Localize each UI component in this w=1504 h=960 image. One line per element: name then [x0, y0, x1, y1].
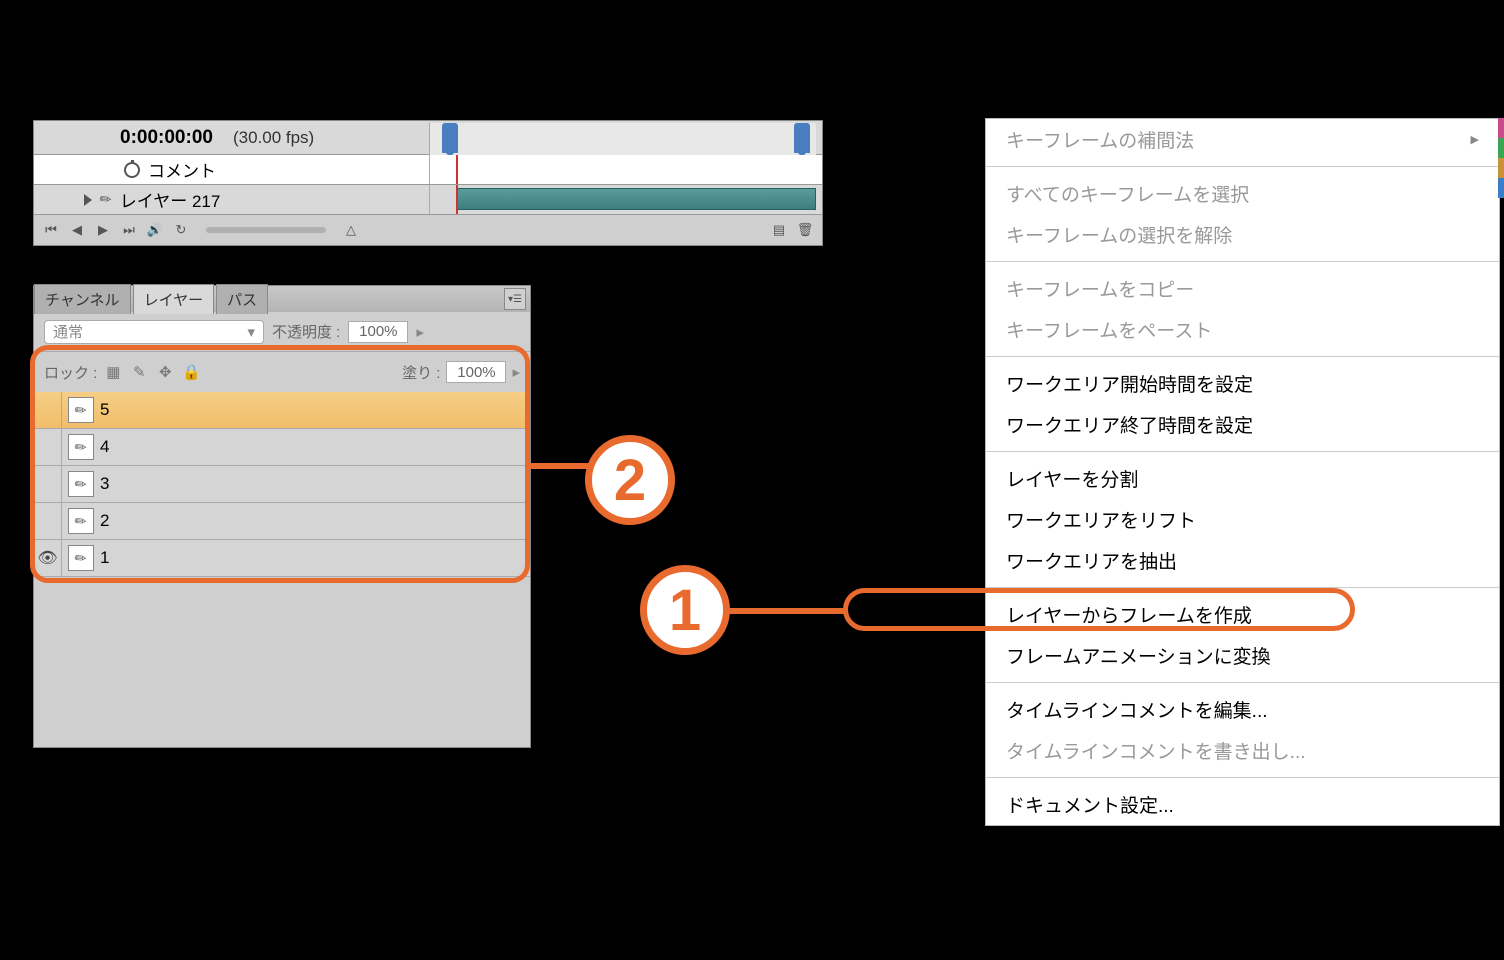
- visibility-toggle[interactable]: [34, 392, 62, 428]
- lock-row: ロック : ▦ ✎ ✥ 🔒 塗り : 100% ▸: [34, 352, 530, 392]
- lock-label: ロック :: [44, 362, 97, 383]
- play-button[interactable]: ▶: [94, 221, 112, 239]
- playhead-icon[interactable]: [456, 155, 458, 184]
- layer-label: レイヤー 217: [120, 187, 221, 212]
- in-marker-icon[interactable]: [442, 123, 458, 153]
- timeline-ruler[interactable]: [429, 123, 816, 155]
- menu-export-timeline-comment[interactable]: タイムラインコメントを書き出し...: [986, 730, 1499, 771]
- menu-separator: [986, 451, 1499, 452]
- badge-2: 2: [585, 435, 675, 525]
- layer-name[interactable]: 1: [100, 548, 109, 568]
- opacity-input[interactable]: 100%: [348, 321, 408, 343]
- timeline-controls: ⏮ ◀ ▶ ⏭ 🔊 ↻ △ ▤ 🗑: [34, 215, 822, 245]
- next-frame-button[interactable]: ⏭: [120, 221, 138, 239]
- menu-split-layer[interactable]: レイヤーを分割: [986, 458, 1499, 499]
- layer-thumbnail: ✎: [68, 397, 94, 423]
- expand-icon[interactable]: [84, 194, 92, 206]
- layer-thumbnail: ✎: [68, 508, 94, 534]
- eye-icon: 👁: [37, 548, 57, 568]
- fill-input[interactable]: 100%: [446, 361, 506, 383]
- loop-button[interactable]: ↻: [172, 221, 190, 239]
- fill-label: 塗り :: [402, 362, 440, 383]
- context-menu: キーフレームの補間法 すべてのキーフレームを選択 キーフレームの選択を解除 キー…: [985, 118, 1500, 826]
- menu-separator: [986, 261, 1499, 262]
- opacity-label: 不透明度 :: [272, 321, 340, 342]
- opacity-chevron-icon[interactable]: ▸: [416, 323, 424, 341]
- zoom-out-icon[interactable]: △: [342, 221, 360, 239]
- layer-thumbnail: ✎: [68, 434, 94, 460]
- menu-separator: [986, 166, 1499, 167]
- out-marker-icon[interactable]: [794, 123, 810, 153]
- fps-label: (30.00 fps): [233, 128, 314, 148]
- tab-paths[interactable]: パス: [216, 284, 268, 314]
- rewind-button[interactable]: ⏮: [42, 221, 60, 239]
- layer-item[interactable]: ✎ 4: [34, 429, 530, 466]
- menu-separator: [986, 356, 1499, 357]
- panel-tabs: チャンネル レイヤー パス ▾☰: [34, 286, 530, 312]
- menu-extract-workarea[interactable]: ワークエリアを抽出: [986, 540, 1499, 581]
- menu-edit-timeline-comment[interactable]: タイムラインコメントを編集...: [986, 689, 1499, 730]
- lock-move-icon[interactable]: ✥: [155, 362, 175, 382]
- timeline-comment-row[interactable]: コメント: [34, 155, 822, 185]
- menu-deselect-keyframes[interactable]: キーフレームの選択を解除: [986, 214, 1499, 255]
- brush-icon: ✎: [96, 189, 116, 210]
- callout-2-line: [530, 463, 590, 469]
- lock-all-icon[interactable]: 🔒: [181, 362, 201, 382]
- menu-copy-keyframes[interactable]: キーフレームをコピー: [986, 268, 1499, 309]
- layer-item[interactable]: ✎ 2: [34, 503, 530, 540]
- blend-mode-select[interactable]: 通常▾: [44, 320, 264, 344]
- menu-convert-to-frame-animation[interactable]: フレームアニメーションに変換: [986, 635, 1499, 676]
- layers-panel: チャンネル レイヤー パス ▾☰ 通常▾ 不透明度 : 100% ▸ ロック :…: [33, 285, 531, 748]
- timecode[interactable]: 0:00:00:00: [120, 127, 213, 149]
- visibility-toggle[interactable]: [34, 466, 62, 502]
- timeline-clip[interactable]: [456, 188, 816, 210]
- lock-brush-icon[interactable]: ✎: [129, 362, 149, 382]
- menu-select-all-keyframes[interactable]: すべてのキーフレームを選択: [986, 173, 1499, 214]
- layer-item[interactable]: ✎ 5: [34, 392, 530, 429]
- menu-document-settings[interactable]: ドキュメント設定...: [986, 784, 1499, 825]
- visibility-toggle[interactable]: [34, 429, 62, 465]
- visibility-toggle[interactable]: 👁: [34, 540, 62, 576]
- timeline-layer-row[interactable]: ✎レイヤー 217: [34, 185, 822, 215]
- audio-button[interactable]: 🔊: [146, 221, 164, 239]
- color-strip: [1498, 118, 1504, 198]
- visibility-toggle[interactable]: [34, 503, 62, 539]
- trash-icon[interactable]: 🗑: [796, 221, 814, 239]
- tab-channels[interactable]: チャンネル: [34, 284, 131, 314]
- menu-separator: [986, 777, 1499, 778]
- menu-make-frames-from-layers[interactable]: レイヤーからフレームを作成: [986, 594, 1499, 635]
- lock-pixels-icon[interactable]: ▦: [103, 362, 123, 382]
- layer-thumbnail: ✎: [68, 545, 94, 571]
- menu-lift-workarea[interactable]: ワークエリアをリフト: [986, 499, 1499, 540]
- layer-name[interactable]: 2: [100, 511, 109, 531]
- menu-paste-keyframes[interactable]: キーフレームをペースト: [986, 309, 1499, 350]
- panel-menu-button[interactable]: ▾☰: [504, 288, 526, 310]
- layer-name[interactable]: 3: [100, 474, 109, 494]
- menu-set-workarea-start[interactable]: ワークエリア開始時間を設定: [986, 363, 1499, 404]
- timeline-header: 0:00:00:00 (30.00 fps): [34, 121, 822, 155]
- menu-separator: [986, 587, 1499, 588]
- prev-frame-button[interactable]: ◀: [68, 221, 86, 239]
- layer-list: ✎ 5 ✎ 4 ✎ 3 ✎ 2 👁 ✎ 1: [34, 392, 530, 577]
- badge-1: 1: [640, 565, 730, 655]
- fill-chevron-icon[interactable]: ▸: [512, 363, 520, 381]
- layer-name[interactable]: 4: [100, 437, 109, 457]
- layer-thumbnail: ✎: [68, 471, 94, 497]
- layer-item[interactable]: 👁 ✎ 1: [34, 540, 530, 577]
- menu-separator: [986, 682, 1499, 683]
- timeline-menu-button[interactable]: ▤: [770, 221, 788, 239]
- layer-name[interactable]: 5: [100, 400, 109, 420]
- layer-list-empty: [34, 577, 530, 747]
- blend-row: 通常▾ 不透明度 : 100% ▸: [34, 312, 530, 352]
- layer-item[interactable]: ✎ 3: [34, 466, 530, 503]
- comment-label: コメント: [148, 157, 216, 182]
- menu-set-workarea-end[interactable]: ワークエリア終了時間を設定: [986, 404, 1499, 445]
- tab-layers[interactable]: レイヤー: [133, 284, 215, 314]
- menu-interpolation[interactable]: キーフレームの補間法: [986, 119, 1499, 160]
- timeline-panel: 0:00:00:00 (30.00 fps) コメント ✎レイヤー 217 ⏮ …: [33, 120, 823, 246]
- stopwatch-icon: [124, 162, 140, 178]
- callout-1-line: [728, 608, 844, 614]
- playhead-line: [456, 185, 458, 214]
- zoom-slider[interactable]: [206, 227, 326, 233]
